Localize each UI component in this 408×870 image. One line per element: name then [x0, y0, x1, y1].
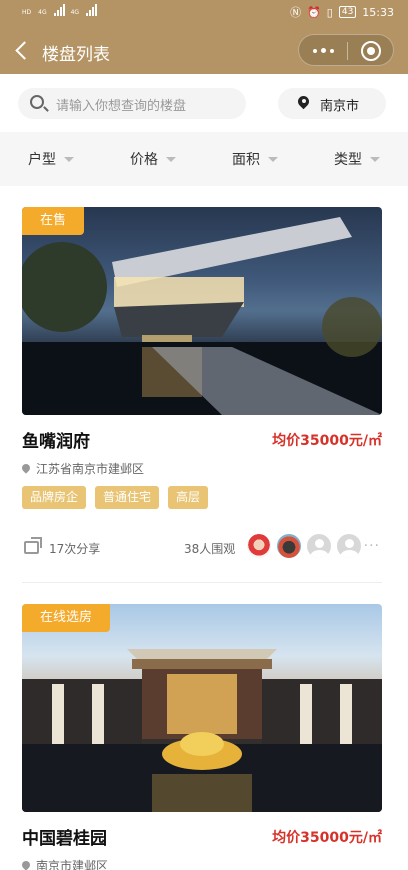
location-pin-icon	[22, 464, 30, 474]
clock: 15:33	[362, 5, 394, 19]
status-badge: 在售	[22, 207, 85, 235]
filter-layout[interactable]: 户型	[0, 132, 102, 186]
listing-name[interactable]: 鱼嘴润府	[22, 427, 90, 452]
nav-bar: 楼盘列表	[0, 30, 408, 74]
tag: 高层	[168, 486, 209, 509]
city-selector[interactable]: 南京市	[278, 88, 386, 119]
caret-down-icon	[370, 156, 380, 162]
listing-photo[interactable]: 在线选房	[22, 604, 382, 812]
listing-address: 江苏省南京市建邺区	[22, 460, 144, 477]
hd-label: HD	[22, 9, 32, 16]
filter-area[interactable]: 面积	[204, 132, 306, 186]
filter-label: 价格	[130, 152, 158, 168]
network-label-1: 4G	[38, 9, 47, 16]
viewer-avatars	[245, 532, 363, 560]
signal-icon-2	[86, 4, 98, 16]
search-icon	[30, 95, 44, 109]
status-badge: 在线选房	[22, 604, 111, 632]
tag: 品牌房企	[22, 486, 87, 509]
alarm-icon: ⏰	[307, 5, 321, 19]
listing-photo[interactable]: 在售	[22, 207, 382, 415]
search-placeholder: 请输入你想查询的楼盘	[56, 99, 187, 114]
building-illustration	[22, 217, 382, 415]
status-bar: HD 4G 4G Ⓝ ⏰ ▯ 43 15:33	[0, 0, 408, 24]
tag-list: 品牌房企 普通住宅 高层	[22, 486, 209, 509]
vibrate-icon: ▯	[326, 5, 333, 19]
filter-label: 类型	[334, 152, 362, 168]
avatar	[275, 532, 303, 560]
filter-price[interactable]: 价格	[102, 132, 204, 186]
location-pin-icon	[298, 96, 309, 110]
search-input[interactable]: 请输入你想查询的楼盘	[18, 88, 246, 119]
building-illustration	[22, 649, 382, 812]
capsule-divider	[347, 42, 348, 60]
status-signals: HD 4G 4G	[22, 4, 98, 16]
filter-bar: 户型 价格 面积 类型	[0, 132, 408, 186]
caret-down-icon	[268, 156, 278, 162]
share-icon[interactable]	[24, 541, 39, 554]
listing-name[interactable]: 中国碧桂园	[22, 824, 107, 849]
avatar	[305, 532, 333, 560]
back-arrow-icon[interactable]	[12, 38, 34, 64]
filter-type[interactable]: 类型	[306, 132, 408, 186]
nfc-icon: Ⓝ	[290, 6, 302, 19]
address-text: 南京市建邺区	[36, 859, 109, 870]
status-right: Ⓝ ⏰ ▯ 43 15:33	[290, 4, 394, 20]
address-text: 江苏省南京市建邺区	[36, 462, 145, 476]
network-label-2: 4G	[70, 9, 80, 16]
signal-icon	[53, 4, 65, 16]
social-row: 17次分享 38人围观 ···	[22, 532, 382, 564]
close-miniapp-icon[interactable]	[361, 41, 381, 61]
header-bar: HD 4G 4G Ⓝ ⏰ ▯ 43 15:33 楼盘列表	[0, 0, 408, 74]
miniapp-capsule	[298, 34, 394, 66]
avatar	[335, 532, 363, 560]
tag: 普通住宅	[95, 486, 160, 509]
more-dots-icon[interactable]	[309, 44, 337, 58]
location-pin-icon	[22, 861, 30, 870]
listing-card[interactable]: 在线选房 中国碧桂园 均价35000元/㎡ 南京市建邺区	[22, 604, 382, 870]
more-ellipsis-icon[interactable]: ···	[364, 538, 380, 554]
filter-label: 面积	[232, 152, 260, 168]
listing-address: 南京市建邺区	[22, 857, 108, 870]
filter-label: 户型	[28, 152, 56, 168]
page-title: 楼盘列表	[42, 45, 110, 65]
caret-down-icon	[166, 156, 176, 162]
listing-price: 均价35000元/㎡	[272, 830, 382, 846]
avatar	[245, 532, 273, 560]
battery-icon: 43	[338, 6, 357, 18]
share-count: 17次分享	[49, 542, 101, 556]
listing-price: 均价35000元/㎡	[272, 433, 382, 449]
listing-card[interactable]: 在售 鱼嘴润府 均价35000元/㎡ 江苏省南京市建邺区 品牌房企 普通住宅 高…	[22, 207, 382, 567]
city-name: 南京市	[320, 99, 360, 114]
card-divider	[22, 582, 382, 583]
caret-down-icon	[64, 156, 74, 162]
view-count: 38人围观	[184, 542, 236, 556]
